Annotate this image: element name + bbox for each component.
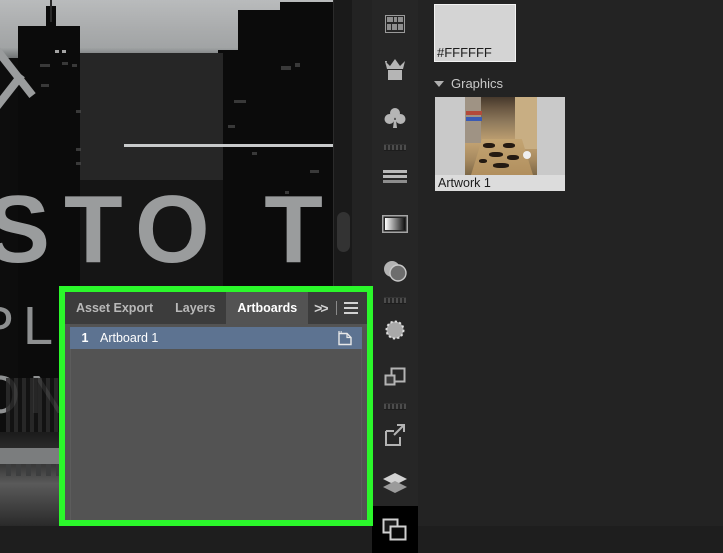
window-speck (76, 148, 81, 151)
pier-leg (46, 464, 51, 476)
artboard-grid-icon-button[interactable] (372, 0, 418, 47)
appearance-icon-button[interactable] (372, 306, 418, 353)
panel-icon-toolbar[interactable] (372, 0, 419, 526)
highlight-annotation (59, 286, 373, 526)
color-swatch[interactable]: #FFFFFF (434, 4, 516, 62)
window-speck (62, 50, 66, 53)
artboard-name[interactable]: Artboard 1 (100, 331, 328, 345)
toolbar-divider (372, 294, 418, 306)
toolbar-divider (372, 141, 418, 153)
transparency-icon-button[interactable] (372, 247, 418, 294)
graphics-group-header[interactable]: Graphics (434, 76, 503, 91)
align-lines-icon-button[interactable] (372, 153, 418, 200)
gradient-icon-button[interactable] (372, 200, 418, 247)
window-speck (41, 84, 49, 87)
building-left-antenna (50, 0, 52, 22)
illustrator-app-window: STO T PL ON (0, 0, 723, 526)
photo-object (493, 163, 509, 168)
window-speck (76, 110, 81, 113)
artwork-rule (124, 144, 352, 147)
artboard-number: 1 (70, 331, 100, 345)
photo-shelf (466, 117, 482, 121)
photo-shelf (466, 111, 482, 115)
artboards-icon-button[interactable] (372, 506, 418, 553)
window-speck (310, 170, 319, 173)
crown-icon-button[interactable] (372, 47, 418, 94)
window-speck (62, 62, 68, 65)
scrollbar-thumb[interactable] (337, 212, 350, 252)
color-hex-label: #FFFFFF (437, 45, 492, 60)
pier-leg (26, 464, 31, 476)
graphic-asset-label: Artwork 1 (435, 175, 565, 191)
window-speck (55, 50, 59, 53)
artboard-page-icon[interactable] (328, 330, 362, 346)
pier-leg (36, 464, 41, 476)
graphics-group-label: Graphics (451, 76, 503, 91)
window-speck (40, 64, 50, 67)
photo-object (479, 159, 487, 163)
photo-object (489, 152, 503, 157)
photo-white-object (523, 151, 531, 159)
photo-object (507, 155, 519, 160)
window-speck (252, 152, 257, 155)
artwork-headline: STO T (0, 182, 337, 278)
graphic-asset-card[interactable]: Artwork 1 (435, 97, 565, 191)
export-icon-button[interactable] (372, 412, 418, 459)
window-speck (76, 162, 81, 165)
layers-icon-button[interactable] (372, 459, 418, 506)
window-speck (281, 66, 291, 70)
photo-object (503, 143, 515, 148)
window-speck (295, 63, 300, 67)
properties-panel: #FFFFFF Graphics (418, 0, 723, 526)
pathfinder-icon-button[interactable] (372, 353, 418, 400)
window-speck (228, 125, 235, 128)
pier-leg (16, 464, 21, 476)
table-row[interactable]: 1 Artboard 1 (70, 327, 362, 349)
window-speck (72, 64, 77, 67)
chevron-down-icon[interactable] (434, 81, 444, 87)
toolbar-divider (372, 400, 418, 412)
graphic-thumbnail (435, 97, 565, 175)
window-speck (234, 100, 246, 103)
pier-leg (6, 464, 11, 476)
clover-icon-button[interactable] (372, 94, 418, 141)
photo-object (483, 143, 495, 148)
